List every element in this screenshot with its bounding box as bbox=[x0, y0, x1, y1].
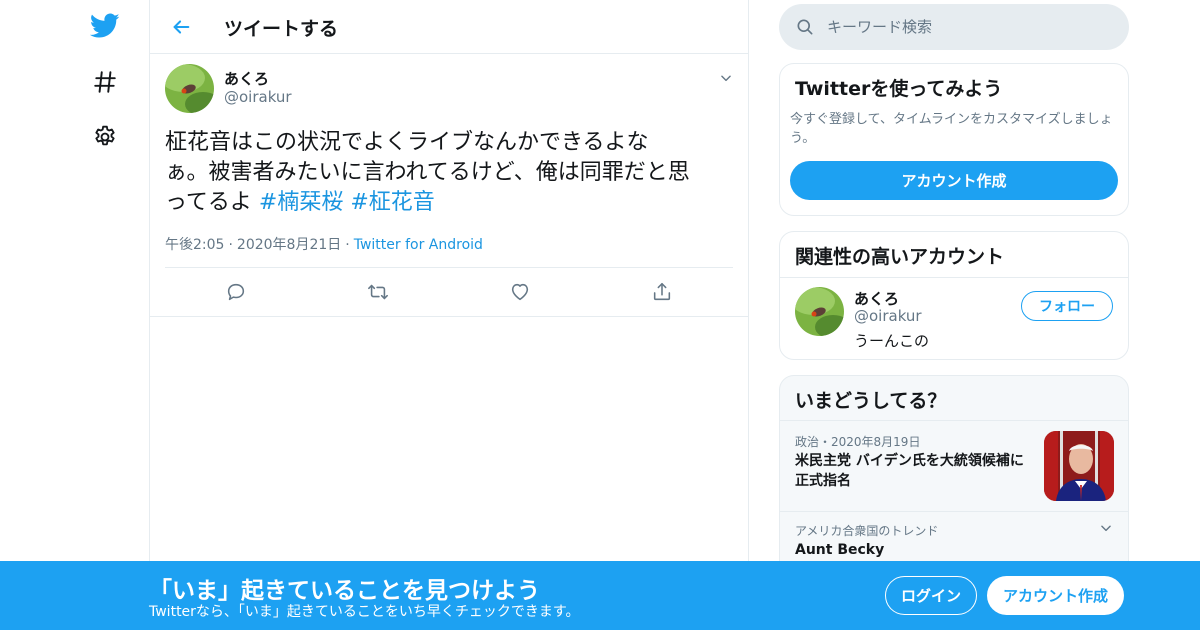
author-avatar[interactable] bbox=[165, 64, 214, 113]
trends-card-title: いまどうしてる？ bbox=[795, 390, 947, 412]
login-button[interactable]: ログイン bbox=[885, 576, 977, 615]
hashtag-link[interactable]: #楠栞桜 bbox=[259, 190, 343, 215]
search-box bbox=[779, 4, 1129, 50]
divider bbox=[165, 267, 733, 268]
trend-thumbnail bbox=[1044, 431, 1114, 501]
hashtag-link[interactable]: #柾花音 bbox=[350, 190, 434, 215]
related-account-avatar[interactable] bbox=[795, 287, 844, 336]
back-arrow-icon[interactable] bbox=[166, 12, 196, 42]
related-account-bio: うーんこの bbox=[854, 332, 930, 350]
share-icon[interactable] bbox=[650, 280, 674, 304]
chevron-down-icon[interactable] bbox=[1096, 518, 1116, 538]
trend-meta: 政治・2020年8月19日 bbox=[795, 435, 921, 449]
signup-card-description: 今すぐ登録して、タイムラインをカスタマイズしましょう。 bbox=[790, 112, 1113, 146]
signup-card: Twitterを使ってみよう 今すぐ登録して、タイムラインをカスタマイズしましょ… bbox=[779, 63, 1129, 216]
chevron-down-icon[interactable] bbox=[716, 68, 736, 88]
page-header: ツイートする bbox=[150, 0, 748, 54]
meta-separator: · bbox=[345, 237, 350, 253]
page-title: ツイートする bbox=[224, 18, 339, 40]
hashtag-icon[interactable] bbox=[89, 66, 121, 98]
related-card-title: 関連性の高いアカウント bbox=[795, 246, 1005, 268]
meta-separator: · bbox=[228, 237, 233, 253]
trend-item[interactable]: 政治・2020年8月19日 米民主党 バイデン氏を大統領候補に正式指名 bbox=[780, 421, 1128, 511]
tweet-detail: あくろ @oirakur 柾花音はこの状況でよくライブなんかできるよな ぁ。被害… bbox=[150, 54, 748, 317]
trend-meta: アメリカ合衆国のトレンド bbox=[795, 524, 939, 538]
like-heart-icon[interactable] bbox=[508, 280, 532, 304]
tweet-text-line: ってるよ #楠栞桜 #柾花音 bbox=[165, 188, 740, 218]
tweet-date[interactable]: 2020年8月21日 bbox=[237, 237, 341, 253]
twitter-logo-icon[interactable] bbox=[89, 10, 121, 42]
signup-card-title: Twitterを使ってみよう bbox=[795, 78, 1003, 100]
related-accounts-card: 関連性の高いアカウント あくろ @oirakur うーんこの フォロー bbox=[779, 231, 1129, 360]
tweet-meta: 午後2:05 · 2020年8月21日 · Twitter for Android bbox=[165, 234, 483, 254]
search-input[interactable] bbox=[827, 4, 1117, 50]
retweet-icon[interactable] bbox=[366, 280, 390, 304]
tweet-text: 柾花音はこの状況でよくライブなんかできるよな ぁ。被害者みたいに言われてるけど、… bbox=[165, 128, 740, 218]
tweet-text-line: 柾花音はこの状況でよくライブなんかできるよな bbox=[165, 130, 649, 155]
trend-name: Aunt Becky bbox=[795, 542, 885, 558]
banner-subtitle: Twitterなら、「いま」起きていることをいち早くチェックできます。 bbox=[149, 604, 580, 620]
reply-icon[interactable] bbox=[224, 280, 248, 304]
related-account-name[interactable]: あくろ bbox=[854, 288, 899, 309]
banner-create-account-button[interactable]: アカウント作成 bbox=[987, 576, 1124, 615]
left-navigation bbox=[0, 0, 150, 630]
tweet-time[interactable]: 午後2:05 bbox=[165, 237, 224, 253]
tweet-source-link[interactable]: Twitter for Android bbox=[354, 237, 483, 253]
author-name[interactable]: あくろ bbox=[224, 68, 269, 89]
search-icon bbox=[795, 17, 815, 37]
main-column: ツイートする あくろ @oirakur 柾花音はこの状況でよくライブなんかできる… bbox=[150, 0, 749, 630]
signup-banner: 「いま」起きていることを見つけよう Twitterなら、「いま」起きていることを… bbox=[0, 561, 1200, 630]
tweet-text-tail: ってるよ bbox=[165, 190, 252, 215]
follow-button[interactable]: フォロー bbox=[1021, 291, 1113, 321]
gear-icon[interactable] bbox=[89, 121, 121, 153]
tweet-text-line: ぁ。被害者みたいに言われてるけど、俺は同罪だと思 bbox=[165, 160, 690, 185]
author-handle[interactable]: @oirakur bbox=[224, 88, 292, 106]
trend-headline: 米民主党 バイデン氏を大統領候補に正式指名 bbox=[795, 453, 1024, 489]
banner-title: 「いま」起きていることを見つけよう bbox=[149, 578, 540, 604]
related-account-handle[interactable]: @oirakur bbox=[854, 307, 922, 325]
divider bbox=[780, 277, 1128, 278]
create-account-button[interactable]: アカウント作成 bbox=[790, 161, 1118, 200]
